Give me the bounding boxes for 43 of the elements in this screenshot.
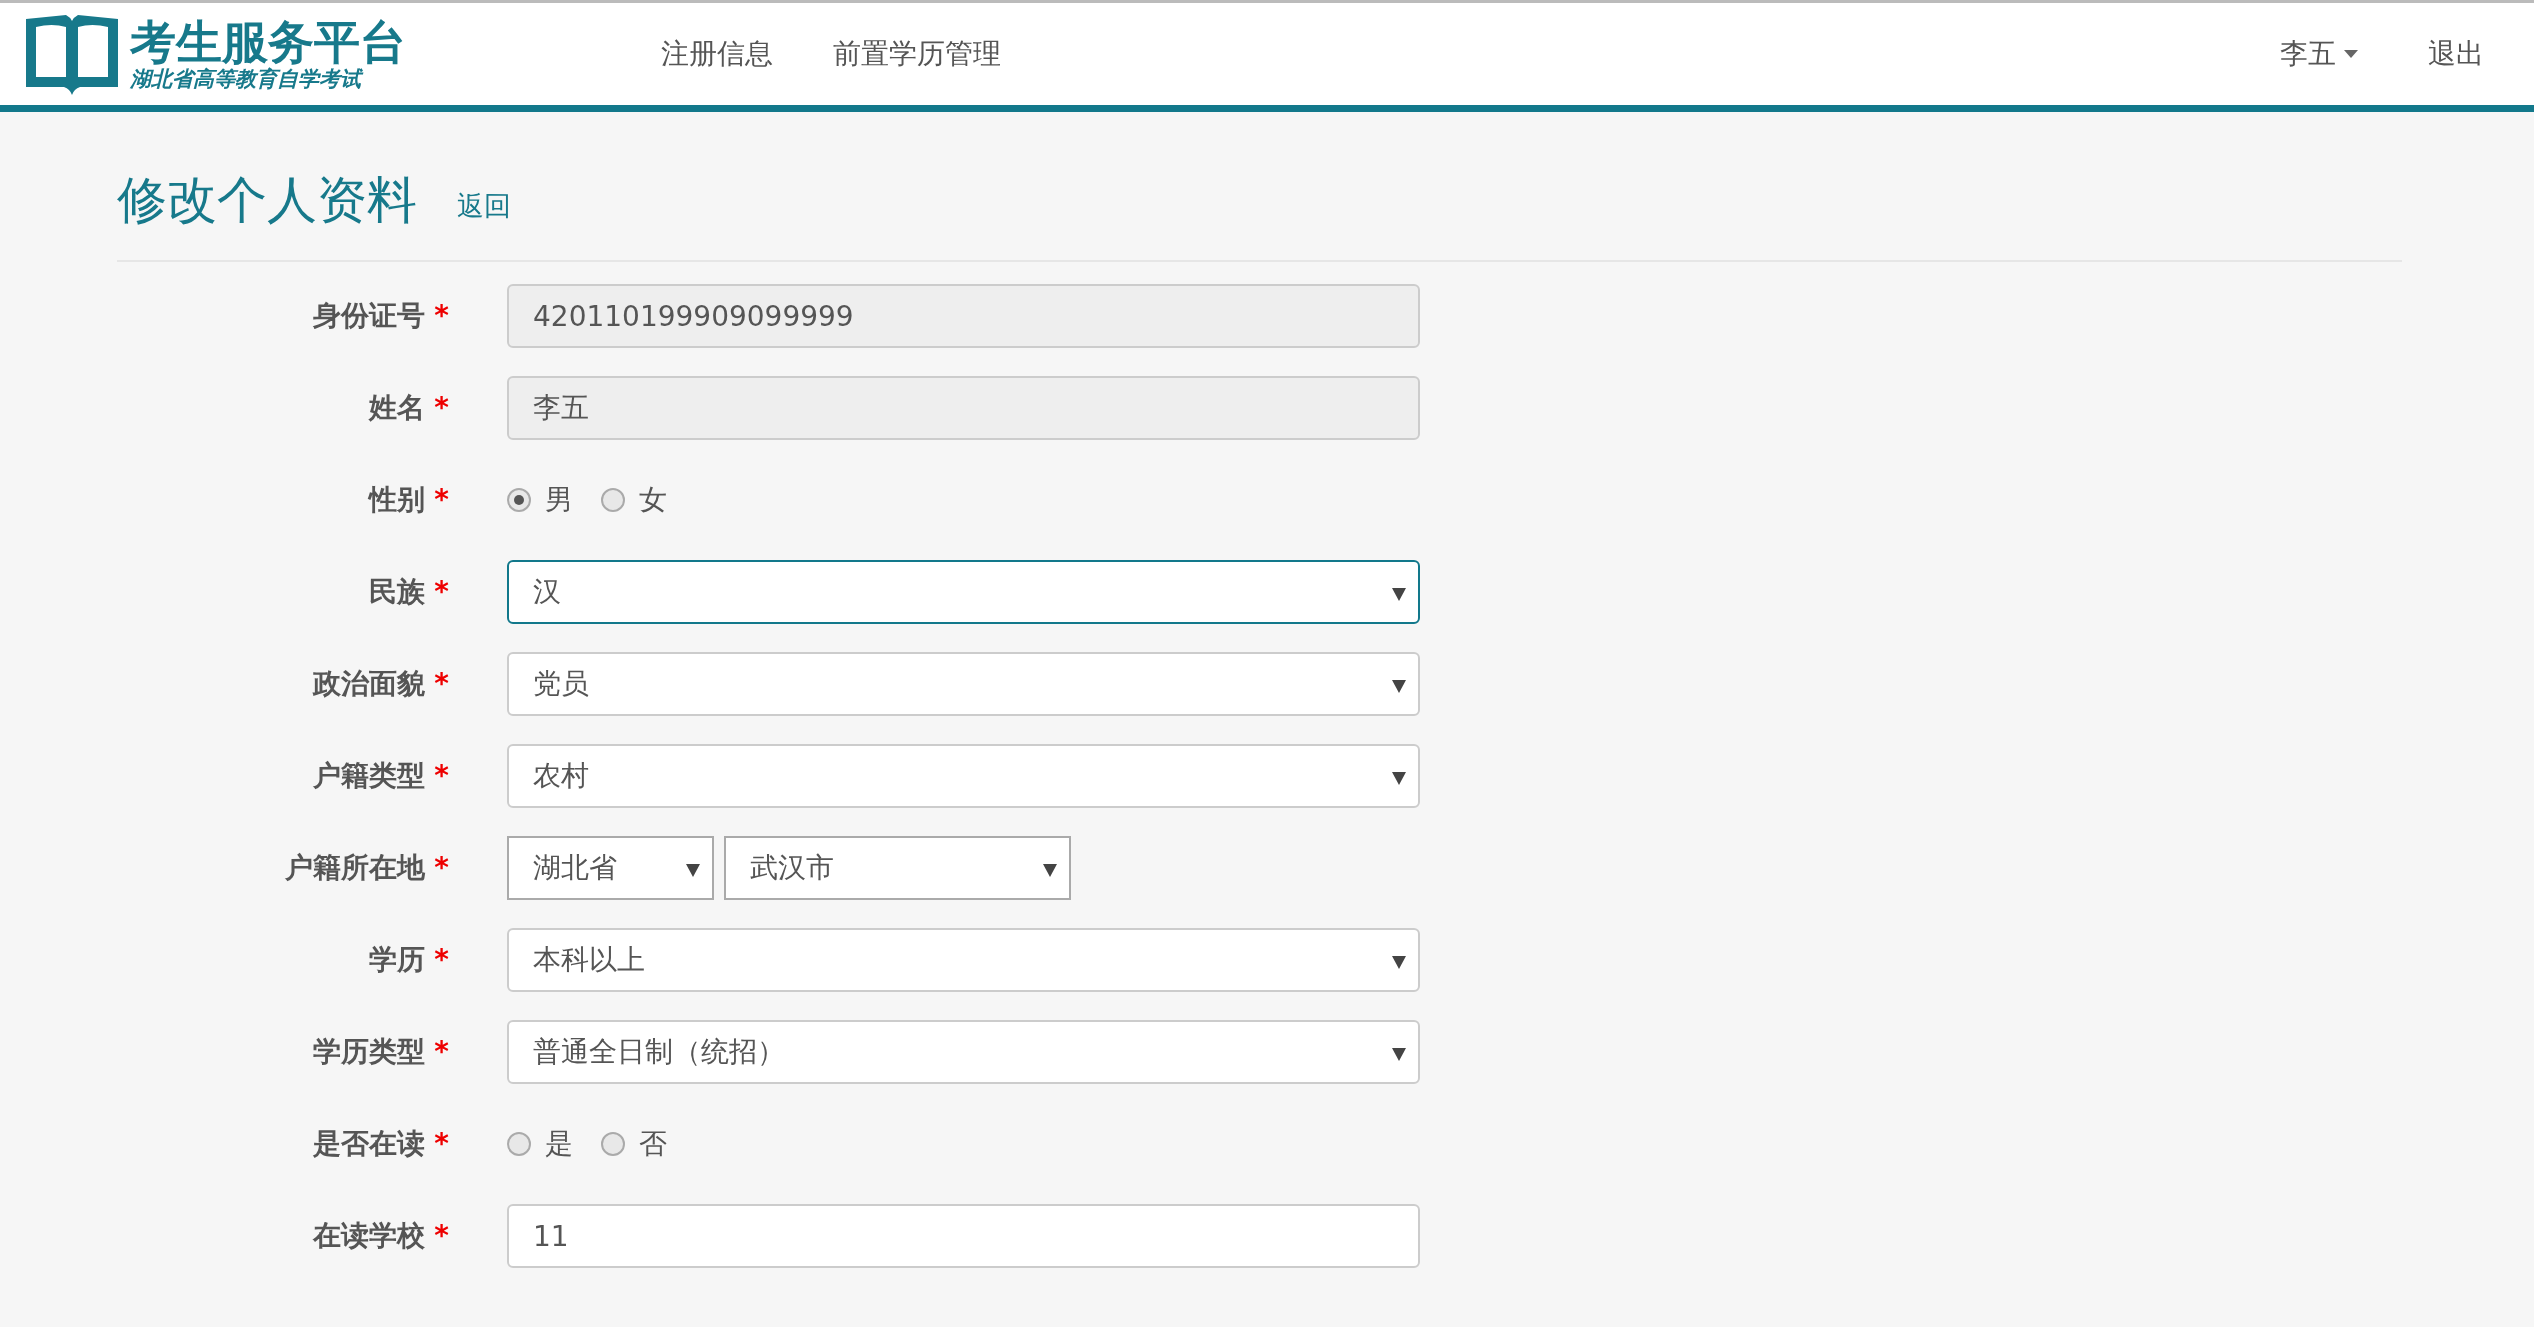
text-field[interactable]: 11 [507, 1204, 1420, 1268]
caret-icon [1392, 1048, 1406, 1061]
field-label: 姓名 * [367, 390, 450, 426]
back-link[interactable]: 返回 [457, 185, 511, 226]
caret-icon [1392, 680, 1406, 693]
caret-icon [2344, 50, 2358, 58]
select-dropdown[interactable]: 党员 [507, 652, 1420, 716]
radio-button[interactable] [601, 488, 625, 512]
nav-link-item[interactable]: 前置学历管理 [833, 33, 1001, 75]
caret-icon [1392, 588, 1406, 601]
field-label: 户籍类型 * [311, 758, 450, 794]
field-label: 性别 * [367, 482, 450, 518]
logo-subtitle: 湖北省高等教育自学考试 [130, 68, 406, 90]
radio-label: 否 [639, 1126, 667, 1162]
field-label: 学历 * [367, 942, 450, 978]
field-label: 身份证号 * [311, 298, 450, 334]
page-title: 修改个人资料 [117, 170, 417, 230]
select-dropdown[interactable]: 汉 [507, 560, 1420, 624]
radio-label: 女 [639, 482, 667, 518]
caret-icon [686, 864, 700, 877]
select-dropdown[interactable]: 武汉市 [724, 836, 1071, 900]
radio-label: 男 [545, 482, 573, 518]
select-dropdown[interactable]: 湖北省 [507, 836, 714, 900]
field-label: 是否在读 * [311, 1126, 450, 1162]
caret-icon [1392, 956, 1406, 969]
caret-icon [1392, 772, 1406, 785]
radio-button[interactable] [601, 1132, 625, 1156]
logo-title: 考生服务平台 [130, 18, 406, 65]
field-label: 户籍所在地 * [283, 850, 450, 886]
logout-link[interactable]: 退出 [2428, 33, 2484, 75]
radio-label: 是 [545, 1126, 573, 1162]
field-label: 政治面貌 * [311, 666, 450, 702]
field-label: 学历类型 * [311, 1034, 450, 1070]
caret-icon [1043, 864, 1057, 877]
select-dropdown[interactable]: 农村 [507, 744, 1420, 808]
nav-link-item[interactable]: 注册信息 [661, 33, 773, 75]
radio-button[interactable] [507, 488, 531, 512]
radio-button[interactable] [507, 1132, 531, 1156]
select-dropdown[interactable]: 本科以上 [507, 928, 1420, 992]
field-label: 民族 * [367, 574, 450, 610]
select-dropdown[interactable]: 普通全日制（统招） [507, 1020, 1420, 1084]
field-label: 在读学校 * [311, 1218, 450, 1254]
user-menu[interactable]: 李五 [2280, 33, 2358, 75]
